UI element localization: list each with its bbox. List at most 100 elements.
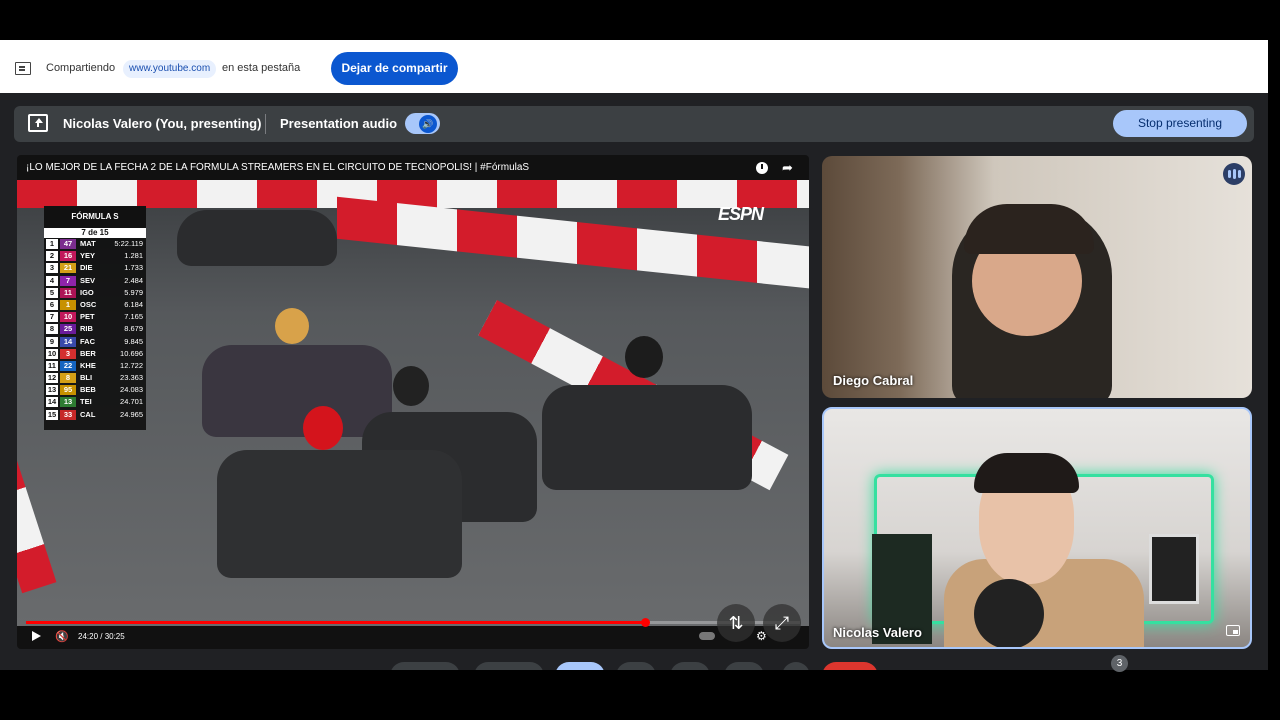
- video-time: 24:20 / 30:25: [78, 632, 125, 641]
- video-progress-bar[interactable]: [26, 618, 800, 627]
- participant-video: [964, 204, 1094, 254]
- standings-car-number: 14: [60, 336, 76, 347]
- standings-driver-code: DIE: [80, 263, 93, 273]
- kart: [217, 450, 462, 578]
- standings-row: 6 1 OSC 6.184: [44, 299, 146, 311]
- standings-position: 6: [46, 299, 58, 310]
- participant-name-diego: Diego Cabral: [833, 373, 914, 388]
- standings-gap: 6.184: [124, 299, 143, 309]
- shared-url-chip: www.youtube.com: [123, 60, 217, 78]
- presentation-audio-label: Presentation audio: [280, 116, 398, 131]
- standings-position: 13: [46, 385, 58, 396]
- standings-driver-code: MAT: [80, 239, 96, 248]
- participant-video: [974, 579, 1044, 647]
- standings-car-number: 22: [60, 360, 76, 371]
- standings-row: 14 13 TEI 24.701: [44, 396, 146, 408]
- picture-in-picture-icon[interactable]: [1226, 625, 1240, 636]
- sharing-prefix: Compartiendo: [46, 62, 116, 74]
- bottom-black-bar: [0, 670, 1280, 720]
- standings-driver-code: RIB: [80, 324, 93, 334]
- participant-count-badge: 3: [1111, 655, 1128, 672]
- standings-gap: 1.733: [124, 263, 143, 273]
- mute-icon[interactable]: 🔇: [55, 630, 69, 643]
- standings-position: 15: [46, 409, 58, 420]
- standings-car-number: 13: [60, 397, 76, 408]
- standings-position: 10: [46, 348, 58, 359]
- standings-driver-code: FAC: [80, 336, 95, 346]
- standings-car-number: 95: [60, 385, 76, 396]
- standings-driver-code: SEV: [80, 275, 96, 285]
- standings-gap: 1.281: [124, 251, 143, 261]
- standings-gap: 2.484: [124, 275, 143, 285]
- share-arrow-icon[interactable]: ➦: [782, 160, 793, 176]
- standings-car-number: 10: [60, 312, 76, 323]
- series-name: FÓRMULA S: [44, 206, 146, 228]
- stop-presenting-button[interactable]: Stop presenting: [1113, 110, 1247, 137]
- lap-counter: 7 de 15: [44, 228, 146, 238]
- standings-car-number: 16: [60, 251, 76, 262]
- standings-gap: 5.979: [124, 287, 143, 297]
- kart: [542, 385, 752, 490]
- standings-car-number: 21: [60, 263, 76, 274]
- stop-sharing-button[interactable]: Dejar de compartir: [331, 52, 458, 85]
- standings-car-number: 8: [60, 373, 76, 384]
- standings-driver-code: PET: [80, 312, 95, 322]
- standings-gap: 23.363: [120, 373, 143, 383]
- participant-video: [1149, 534, 1199, 604]
- play-icon[interactable]: [32, 631, 41, 641]
- participant-name-nicolas: Nicolas Valero: [833, 625, 922, 640]
- kart: [177, 210, 337, 266]
- standings-position: 8: [46, 324, 58, 335]
- watch-later-icon[interactable]: [756, 162, 768, 174]
- standings-car-number: 1: [60, 299, 76, 310]
- standings-position: 7: [46, 312, 58, 323]
- standings-driver-code: TEI: [80, 397, 92, 407]
- standings-driver-code: BLI: [80, 373, 93, 383]
- standings-position: 11: [46, 360, 58, 371]
- kart: [202, 345, 392, 437]
- standings-gap: 24.965: [120, 409, 143, 419]
- autoplay-toggle-icon[interactable]: [699, 632, 715, 640]
- standings-row: 4 7 SEV 2.484: [44, 275, 146, 287]
- standings-gap: 10.696: [120, 348, 143, 358]
- standings-car-number: 47: [60, 239, 76, 249]
- standings-driver-code: YEY: [80, 251, 96, 261]
- driver: [625, 336, 663, 378]
- standings-position: 2: [46, 251, 58, 262]
- standings-row: 1 47 MAT 5:22.119: [44, 238, 146, 250]
- video-title: ¡LO MEJOR DE LA FECHA 2 DE LA FÓRMULA ST…: [26, 162, 530, 173]
- standings-row: 10 3 BER 10.696: [44, 348, 146, 360]
- participant-tile-diego[interactable]: [822, 156, 1252, 398]
- driver: [393, 366, 429, 406]
- standings-position: 4: [46, 275, 58, 286]
- standings-driver-code: OSC: [80, 299, 97, 309]
- standings-position: 9: [46, 336, 58, 347]
- standings-driver-code: KHE: [80, 360, 96, 370]
- window-edge: [1268, 40, 1280, 670]
- driver: [275, 308, 309, 344]
- browser-top-black: [0, 0, 1280, 40]
- standings-gap: 8.679: [124, 324, 143, 334]
- standings-position: 1: [46, 239, 58, 249]
- standings-position: 12: [46, 373, 58, 384]
- sharing-suffix: en esta pestaña: [222, 62, 301, 74]
- participant-tile-nicolas[interactable]: [822, 407, 1252, 649]
- screen-share-icon: [15, 62, 31, 75]
- standings-driver-code: BEB: [80, 385, 96, 395]
- video-progress-fill: [26, 621, 646, 624]
- standings-gap: 7.165: [124, 312, 143, 322]
- present-upload-icon: [28, 114, 48, 132]
- participant-video: [974, 453, 1079, 493]
- pop-out-arrows-icon[interactable]: ⇅: [717, 604, 755, 642]
- standings-position: 3: [46, 263, 58, 274]
- race-standings-overlay: FÓRMULA S 7 de 15 1 47 MAT 5:22.119 2 16 YEY 1.…: [44, 206, 146, 430]
- fullscreen-icon[interactable]: ⤢: [763, 604, 801, 642]
- standings-row: 3 21 DIE 1.733: [44, 262, 146, 274]
- standings-position: 14: [46, 397, 58, 408]
- speaking-indicator-icon: [1223, 163, 1245, 185]
- speaker-icon[interactable]: 🔊: [419, 115, 437, 133]
- divider: [265, 114, 266, 134]
- standings-gap: 9.845: [124, 336, 143, 346]
- standings-car-number: 33: [60, 409, 76, 420]
- standings-row: 7 10 PET 7.165: [44, 311, 146, 323]
